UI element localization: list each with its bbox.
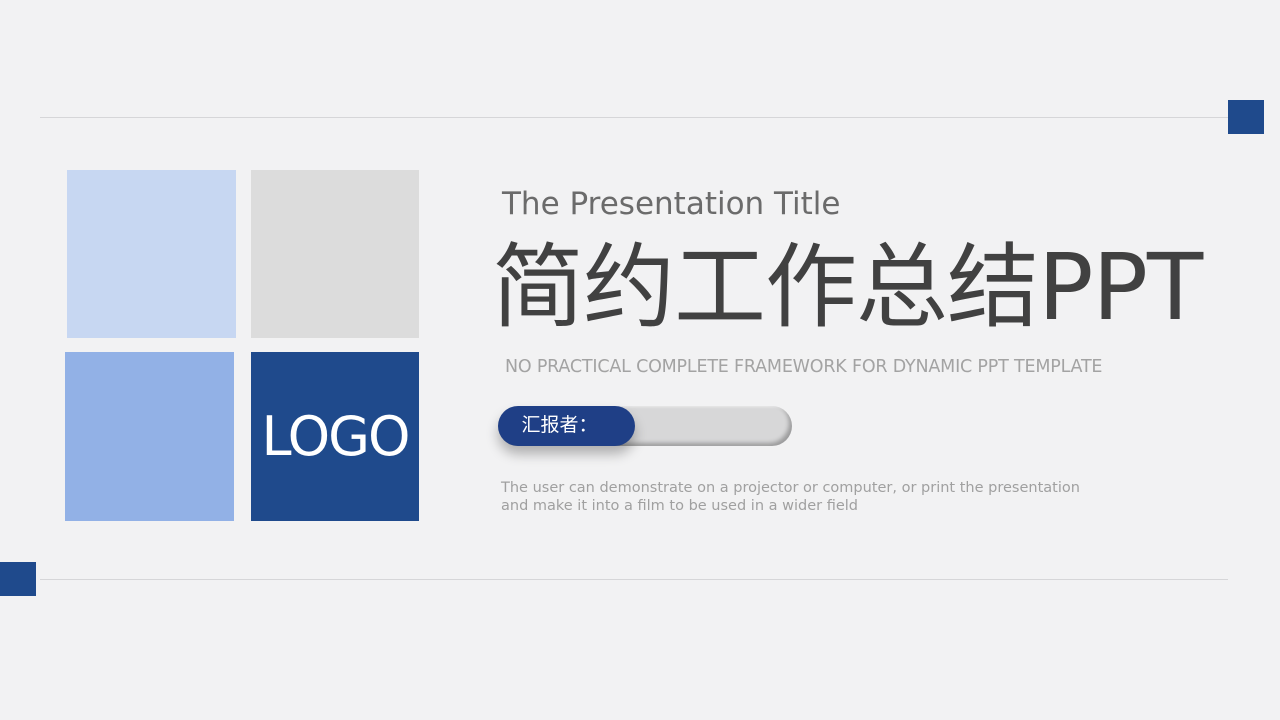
bottom-divider-line	[40, 579, 1228, 580]
reporter-label-badge: 汇报者：	[498, 406, 635, 446]
tile-mid-blue	[65, 352, 234, 521]
main-title: 简约工作总结PPT	[492, 234, 1203, 341]
tile-light-blue	[67, 170, 236, 338]
bottom-left-accent-square	[0, 562, 36, 596]
description-line-2: and make it into a film to be used in a …	[501, 498, 858, 514]
top-divider-line	[40, 117, 1228, 118]
tile-gray	[251, 170, 419, 338]
top-right-accent-square	[1228, 100, 1264, 134]
logo-tile: LOGO	[251, 352, 419, 521]
description-line-1: The user can demonstrate on a projector …	[501, 480, 1080, 496]
presentation-subtitle: The Presentation Title	[502, 186, 841, 222]
framework-caption: NO PRACTICAL COMPLETE FRAMEWORK FOR DYNA…	[505, 357, 1103, 377]
description-text: The user can demonstrate on a projector …	[501, 479, 1101, 515]
logo-text: LOGO	[261, 404, 410, 468]
